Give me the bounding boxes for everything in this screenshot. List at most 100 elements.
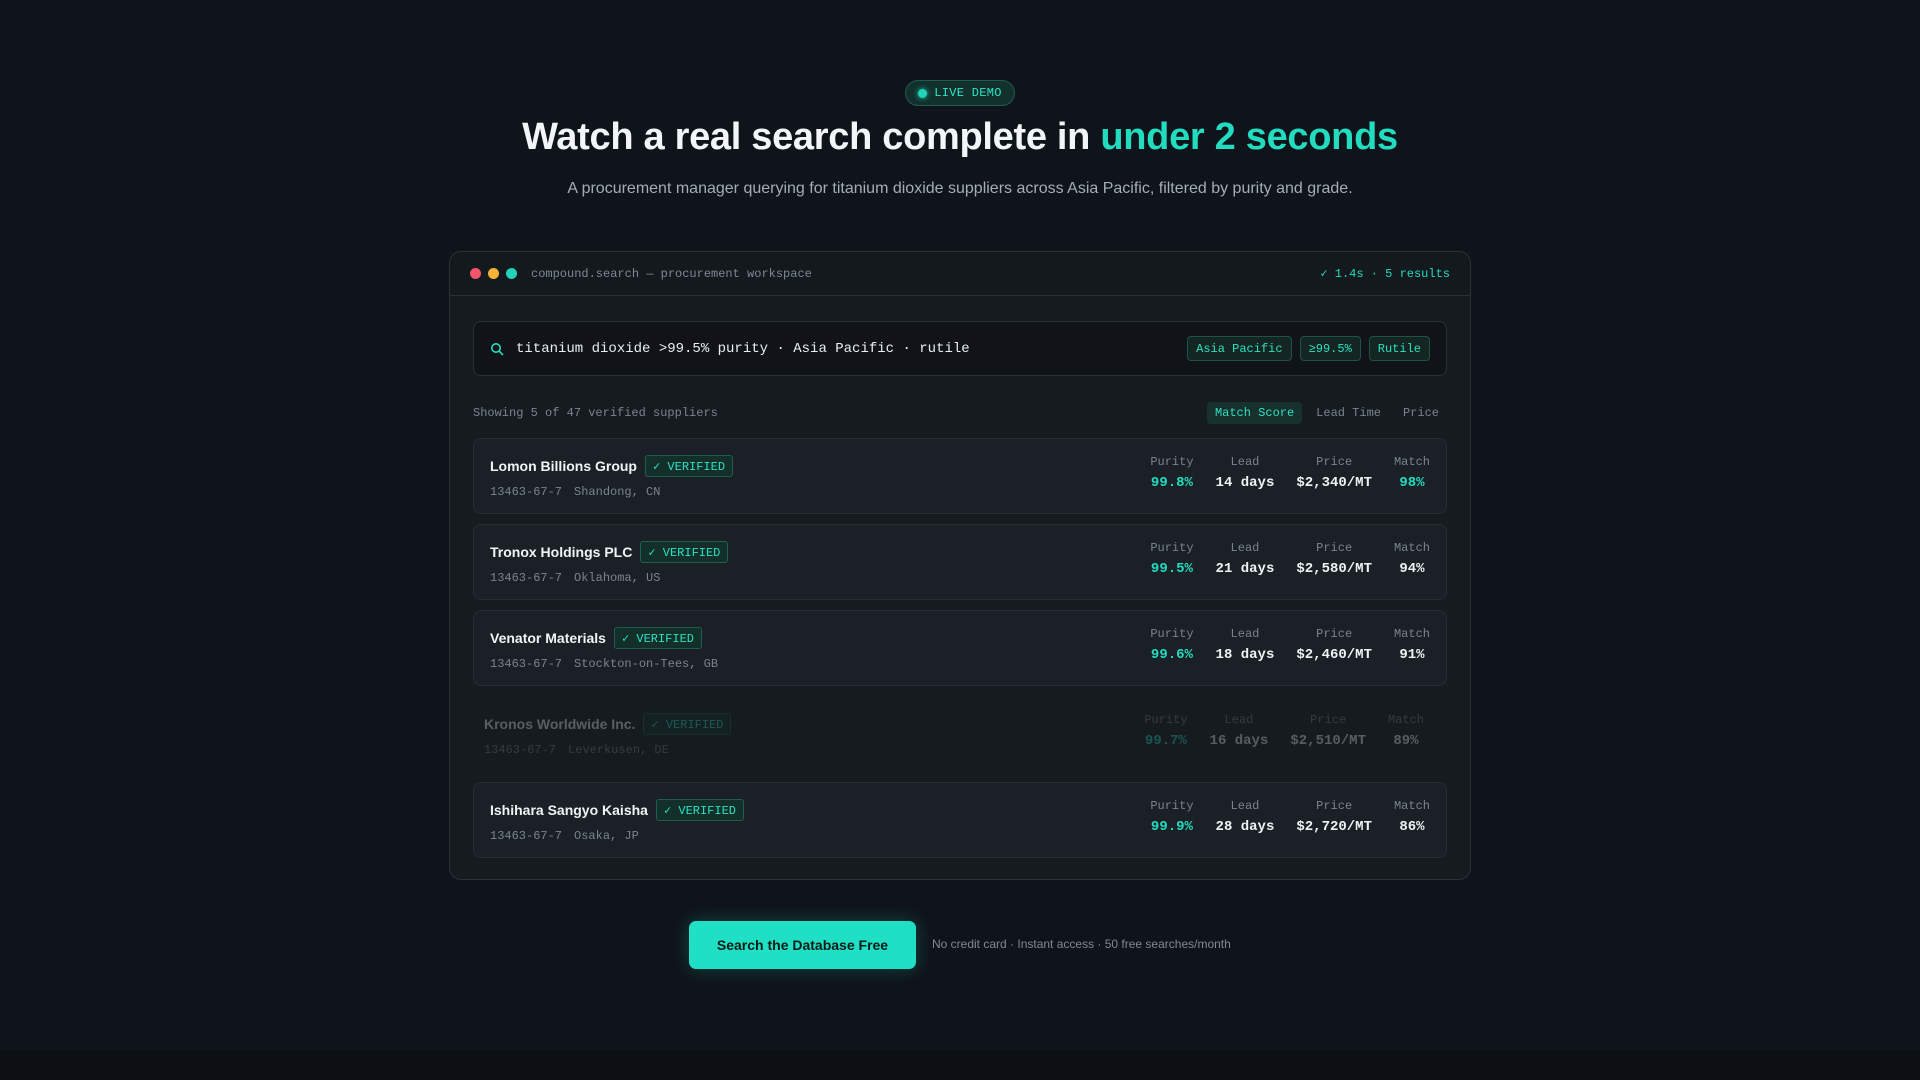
purity-label: Purity (1150, 627, 1194, 641)
lead-value: 14 days (1215, 475, 1275, 491)
metric-match: Match 98% (1394, 455, 1430, 491)
verified-badge: ✓ VERIFIED (655, 799, 744, 821)
search-query[interactable]: titanium dioxide >99.5% purity · Asia Pa… (516, 341, 970, 357)
lead-label: Lead (1230, 627, 1260, 641)
headline-prefix: Watch a real search complete in (522, 116, 1101, 158)
lead-value: 28 days (1215, 819, 1275, 835)
metric-price: Price $2,580/MT (1296, 541, 1372, 577)
metric-lead: Lead 21 days (1216, 541, 1275, 577)
search-database-button[interactable]: Search the Database Free (689, 921, 916, 969)
supplier-name[interactable]: Venator Materials (490, 630, 606, 646)
lead-value: 16 days (1209, 733, 1269, 749)
filter-chip-purity[interactable]: ≥99.5% (1299, 336, 1361, 361)
match-label: Match (1393, 541, 1430, 555)
match-label: Match (1393, 627, 1430, 641)
supplier-metrics: Purity 99.8% Lead 14 days Price $2,340/M… (1150, 455, 1430, 491)
match-label: Match (1393, 455, 1430, 469)
search-icon (490, 341, 506, 357)
sort-lead-time[interactable]: Lead Time (1308, 402, 1389, 424)
supplier-metrics: Purity 99.7% Lead 16 days Price $2,510/M… (1144, 713, 1424, 749)
supplier-location: Osaka, JP (574, 829, 639, 843)
metric-match: Match 89% (1388, 713, 1424, 749)
footer-strip (0, 1050, 1920, 1080)
filter-chips: Asia Pacific ≥99.5% Rutile (1187, 336, 1430, 361)
price-value: $2,720/MT (1296, 819, 1372, 835)
metric-purity: Purity 99.6% (1150, 627, 1193, 663)
price-label: Price (1316, 455, 1353, 469)
sort-price[interactable]: Price (1395, 402, 1447, 424)
verified-badge: ✓ VERIFIED (645, 455, 734, 477)
supplier-row[interactable]: Tronox Holdings PLC ✓ VERIFIED 13463-67-… (473, 524, 1447, 600)
match-label: Match (1387, 713, 1424, 727)
headline-accent: under 2 seconds (1100, 116, 1398, 158)
cta-note: No credit card · Instant access · 50 fre… (932, 937, 1231, 951)
supplier-info: Tronox Holdings PLC ✓ VERIFIED 13463-67-… (490, 541, 729, 585)
supplier-row[interactable]: Lomon Billions Group ✓ VERIFIED 13463-67… (473, 438, 1447, 514)
supplier-row[interactable]: Venator Materials ✓ VERIFIED 13463-67-7 S… (473, 610, 1447, 686)
supplier-location: Leverkusen, DE (568, 743, 669, 757)
search-bar[interactable]: titanium dioxide >99.5% purity · Asia Pa… (473, 321, 1447, 376)
match-value: 98% (1399, 475, 1425, 491)
supplier-info: Venator Materials ✓ VERIFIED 13463-67-7 S… (490, 627, 718, 671)
lead-value: 18 days (1215, 647, 1275, 663)
lead-label: Lead (1230, 541, 1260, 555)
lead-label: Lead (1230, 799, 1260, 813)
metric-match: Match 86% (1394, 799, 1430, 835)
match-value: 89% (1393, 733, 1419, 749)
price-value: $2,510/MT (1290, 733, 1366, 749)
metric-lead: Lead 28 days (1216, 799, 1275, 835)
metric-price: Price $2,460/MT (1296, 627, 1372, 663)
supplier-name-line: Kronos Worldwide Inc. ✓ VERIFIED (484, 713, 732, 735)
lead-label: Lead (1224, 713, 1254, 727)
supplier-name[interactable]: Ishihara Sangyo Kaisha (490, 802, 648, 818)
purity-label: Purity (1144, 713, 1188, 727)
metric-purity: Purity 99.5% (1150, 541, 1193, 577)
sort-match-score[interactable]: Match Score (1206, 402, 1303, 424)
lead-value: 21 days (1215, 561, 1275, 577)
supplier-row[interactable]: Ishihara Sangyo Kaisha ✓ VERIFIED 13463-… (473, 782, 1447, 858)
maximize-dot-icon (506, 268, 517, 279)
match-value: 86% (1399, 819, 1425, 835)
supplier-name[interactable]: Kronos Worldwide Inc. (484, 716, 635, 732)
window-controls (470, 268, 517, 279)
demo-window: compound.search — procurement workspace … (449, 251, 1471, 880)
supplier-cas-number: 13463-67-7 (490, 829, 563, 843)
lead-label: Lead (1230, 455, 1260, 469)
supplier-name[interactable]: Lomon Billions Group (490, 458, 637, 474)
close-dot-icon (470, 268, 481, 279)
supplier-details: 13463-67-7 Shandong, CN (490, 485, 733, 499)
price-value: $2,340/MT (1296, 475, 1372, 491)
price-label: Price (1316, 799, 1353, 813)
supplier-cas-number: 13463-67-7 (490, 657, 563, 671)
supplier-row[interactable]: Kronos Worldwide Inc. ✓ VERIFIED 13463-6… (467, 696, 1441, 772)
supplier-name-line: Ishihara Sangyo Kaisha ✓ VERIFIED (490, 799, 744, 821)
metric-match: Match 91% (1394, 627, 1430, 663)
supplier-metrics: Purity 99.9% Lead 28 days Price $2,720/M… (1150, 799, 1430, 835)
filter-chip-region[interactable]: Asia Pacific (1187, 336, 1292, 361)
purity-value: 99.7% (1144, 733, 1187, 749)
supplier-name-line: Venator Materials ✓ VERIFIED (490, 627, 718, 649)
supplier-details: 13463-67-7 Osaka, JP (490, 829, 744, 843)
live-demo-label: LIVE DEMO (934, 86, 1002, 100)
supplier-cas-number: 13463-67-7 (490, 485, 563, 499)
supplier-location: Stockton-on-Tees, GB (574, 657, 719, 671)
window-title: compound.search — procurement workspace (531, 266, 812, 281)
minimize-dot-icon (488, 268, 499, 279)
verified-badge: ✓ VERIFIED (613, 627, 702, 649)
filter-chip-grade[interactable]: Rutile (1368, 336, 1430, 361)
results-count: Showing 5 of 47 verified suppliers (473, 406, 718, 420)
match-value: 91% (1399, 647, 1425, 663)
price-value: $2,460/MT (1296, 647, 1372, 663)
search-status: ✓ 1.4s · 5 results (1320, 267, 1450, 281)
metric-lead: Lead 14 days (1216, 455, 1275, 491)
supplier-name-line: Tronox Holdings PLC ✓ VERIFIED (490, 541, 729, 563)
verified-badge: ✓ VERIFIED (643, 713, 732, 735)
page-subheadline: A procurement manager querying for titan… (567, 180, 1353, 197)
metric-purity: Purity 99.9% (1150, 799, 1193, 835)
metric-price: Price $2,340/MT (1296, 455, 1372, 491)
purity-label: Purity (1150, 799, 1194, 813)
supplier-name[interactable]: Tronox Holdings PLC (490, 544, 632, 560)
supplier-cas-number: 13463-67-7 (490, 571, 563, 585)
supplier-metrics: Purity 99.5% Lead 21 days Price $2,580/M… (1150, 541, 1430, 577)
price-label: Price (1316, 627, 1353, 641)
